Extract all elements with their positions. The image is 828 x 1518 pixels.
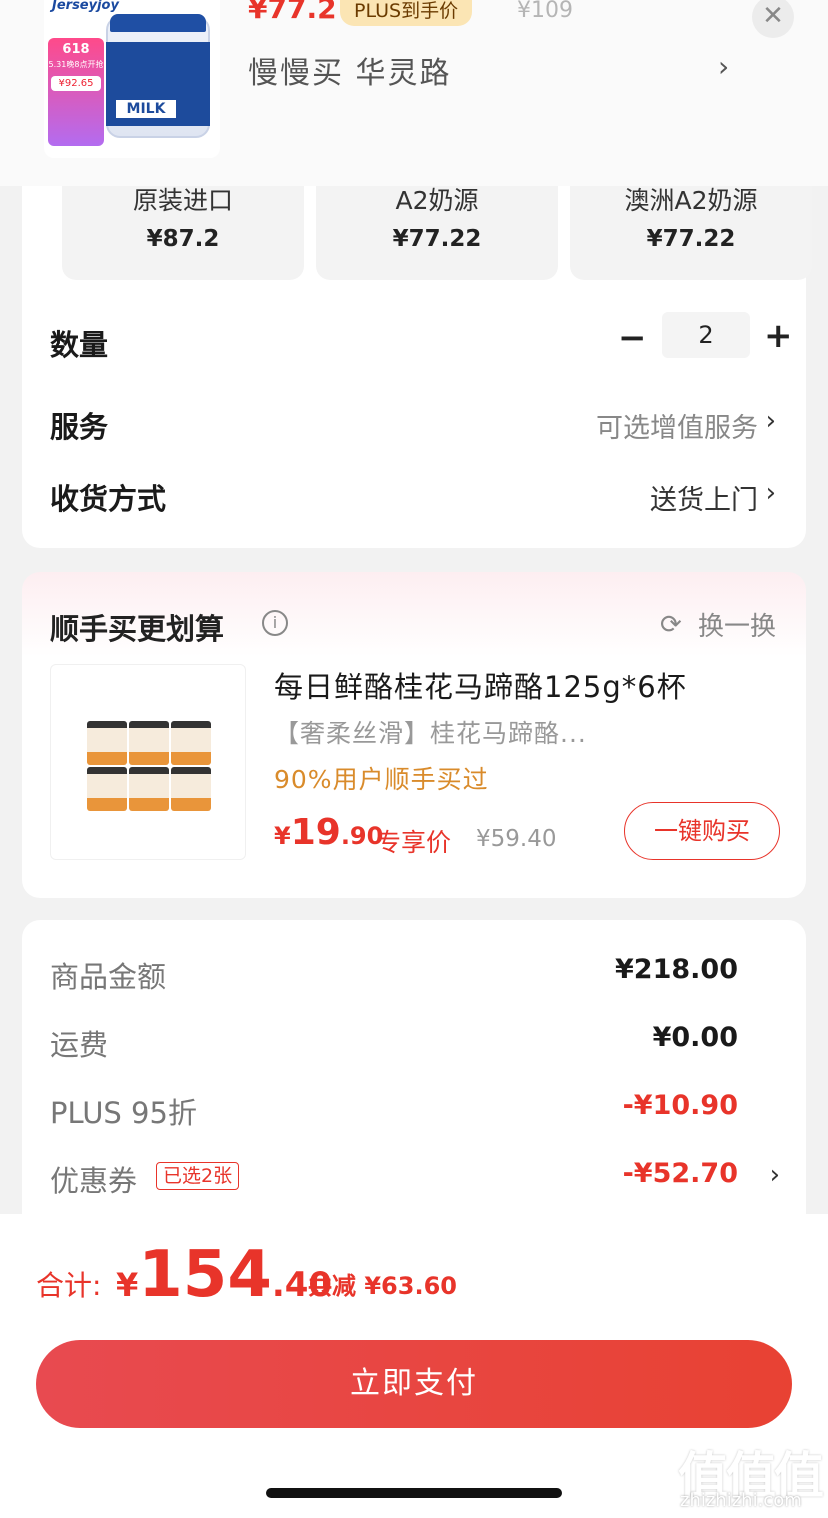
shipping-value: ¥0.00 xyxy=(652,1022,738,1053)
cup-image xyxy=(87,721,127,765)
info-icon[interactable]: i xyxy=(262,610,288,636)
coupon-selected-tag: 已选2张 xyxy=(156,1162,240,1190)
header-original-price: ¥109 xyxy=(517,0,573,23)
delivery-address[interactable]: 慢慢买 华灵路 xyxy=(248,48,452,92)
variant-option[interactable]: 原装进口 ¥87.2 xyxy=(62,186,304,280)
variant-option[interactable]: 澳洲A2奶源 ¥77.22 xyxy=(570,186,812,280)
checkout-bar: 合计: ¥154.40 共减 ¥63.60 立即支付 值值值 zhizhizhi… xyxy=(0,1214,828,1518)
service-label: 服务 xyxy=(50,410,109,444)
recommended-product-price: ¥19.90 xyxy=(274,812,383,853)
recommended-product-desc: 【奢柔丝滑】桂花马蹄酪... xyxy=(274,719,587,748)
service-row[interactable]: 服务 可选增值服务 › xyxy=(50,404,806,444)
price-integer: 19 xyxy=(290,812,341,853)
coupon-row[interactable]: 优惠券 已选2张 -¥52.70 › xyxy=(50,1158,780,1198)
pay-now-button[interactable]: 立即支付 xyxy=(36,1340,792,1428)
total-integer: 154 xyxy=(138,1238,272,1312)
social-proof: 90%用户顺手买过 xyxy=(274,765,489,794)
cup-image xyxy=(171,767,211,811)
plus-discount-value: -¥10.90 xyxy=(622,1090,738,1121)
promo-price: ¥92.65 xyxy=(51,76,101,91)
promo-618: 618 xyxy=(62,42,90,57)
plus-price-badge: PLUS到手价 xyxy=(340,0,473,26)
recommended-original-price: ¥59.40 xyxy=(476,826,557,852)
brand-label: Jerseyjoy xyxy=(52,0,119,13)
refresh-icon[interactable]: ⟳ xyxy=(660,610,682,640)
product-thumbnail[interactable]: Jerseyjoy MILK 618 5.31晚8点开抢 ¥92.65 xyxy=(44,0,220,158)
recommendation-title: 顺手买更划算 xyxy=(50,612,225,646)
quantity-row: 数量 − 2 + xyxy=(50,312,806,362)
product-header: Jerseyjoy MILK 618 5.31晚8点开抢 ¥92.65 ¥77.… xyxy=(0,0,828,186)
delivery-method-row[interactable]: 收货方式 送货上门 › xyxy=(50,476,806,516)
order-options-card: 原装进口 ¥87.2 A2奶源 ¥77.22 澳洲A2奶源 ¥77.22 数量 … xyxy=(22,186,812,548)
total-label: 合计: xyxy=(36,1269,102,1302)
header-price: ¥77.2 xyxy=(248,0,337,25)
shipping-label: 运费 xyxy=(50,1028,109,1062)
price-symbol: ¥ xyxy=(274,822,291,850)
chevron-right-icon: › xyxy=(765,406,776,436)
exclusive-price-tag: 专享价 xyxy=(376,828,452,857)
promo-sticker: 618 5.31晚8点开抢 ¥92.65 xyxy=(48,38,104,146)
jar-milk-text: MILK xyxy=(116,100,176,118)
cup-image xyxy=(129,721,169,765)
price-summary-card: 商品金额 ¥218.00 运费 ¥0.00 PLUS 95折 -¥10.90 优… xyxy=(22,920,806,1230)
delivery-method-label: 收货方式 xyxy=(50,482,167,516)
watermark-site: zhizhizhi.com xyxy=(680,1490,802,1511)
cup-image xyxy=(171,721,211,765)
chevron-right-icon: › xyxy=(765,478,776,508)
service-value: 可选增值服务 xyxy=(596,413,758,444)
total-amount: ¥154.40 xyxy=(116,1238,332,1312)
variant-price: ¥77.22 xyxy=(646,226,736,252)
quantity-input[interactable]: 2 xyxy=(662,312,750,358)
decrease-button[interactable]: − xyxy=(618,318,647,358)
increase-button[interactable]: + xyxy=(764,316,793,356)
promo-dates: 5.31晚8点开抢 xyxy=(48,60,104,69)
variant-list: 原装进口 ¥87.2 A2奶源 ¥77.22 澳洲A2奶源 ¥77.22 xyxy=(22,186,828,282)
variant-option[interactable]: A2奶源 ¥77.22 xyxy=(316,186,558,280)
delivery-method-value: 送货上门 xyxy=(650,485,758,516)
recommended-product-name[interactable]: 每日鲜酪桂花马蹄酪125g*6杯 xyxy=(274,664,687,706)
refresh-button[interactable]: 换一换 xyxy=(698,606,776,643)
coupon-label: 优惠券 xyxy=(50,1164,138,1198)
total-symbol: ¥ xyxy=(116,1266,139,1304)
plus-discount-row: PLUS 95折 -¥10.90 xyxy=(50,1090,780,1130)
recommendation-card: 顺手买更划算 i ⟳ 换一换 每日鲜酪桂花马蹄酪125g*6杯 【奢柔丝滑】桂花… xyxy=(22,572,806,898)
shipping-row: 运费 ¥0.00 xyxy=(50,1022,780,1062)
goods-amount-row: 商品金额 ¥218.00 xyxy=(50,954,780,994)
goods-amount-label: 商品金额 xyxy=(50,960,167,994)
quantity-label: 数量 xyxy=(50,328,109,362)
variant-price: ¥77.22 xyxy=(392,226,482,252)
variant-name: 原装进口 xyxy=(132,186,233,215)
home-indicator[interactable] xyxy=(266,1488,562,1498)
cup-image xyxy=(129,767,169,811)
one-click-buy-button[interactable]: 一键购买 xyxy=(624,802,780,860)
chevron-right-icon[interactable]: › xyxy=(718,50,729,83)
close-icon[interactable]: ✕ xyxy=(752,0,794,38)
variant-name: A2奶源 xyxy=(395,186,479,215)
chevron-right-icon: › xyxy=(769,1160,780,1190)
variant-price: ¥87.2 xyxy=(146,226,220,252)
coupon-value: -¥52.70 xyxy=(622,1158,738,1189)
plus-discount-label: PLUS 95折 xyxy=(50,1096,197,1130)
variant-name: 澳洲A2奶源 xyxy=(624,186,758,215)
jar-lid xyxy=(110,14,206,32)
goods-amount-value: ¥218.00 xyxy=(615,954,738,985)
recommended-product-image[interactable] xyxy=(50,664,246,860)
cup-image xyxy=(87,767,127,811)
total-saving: 共减 ¥63.60 xyxy=(308,1272,457,1300)
